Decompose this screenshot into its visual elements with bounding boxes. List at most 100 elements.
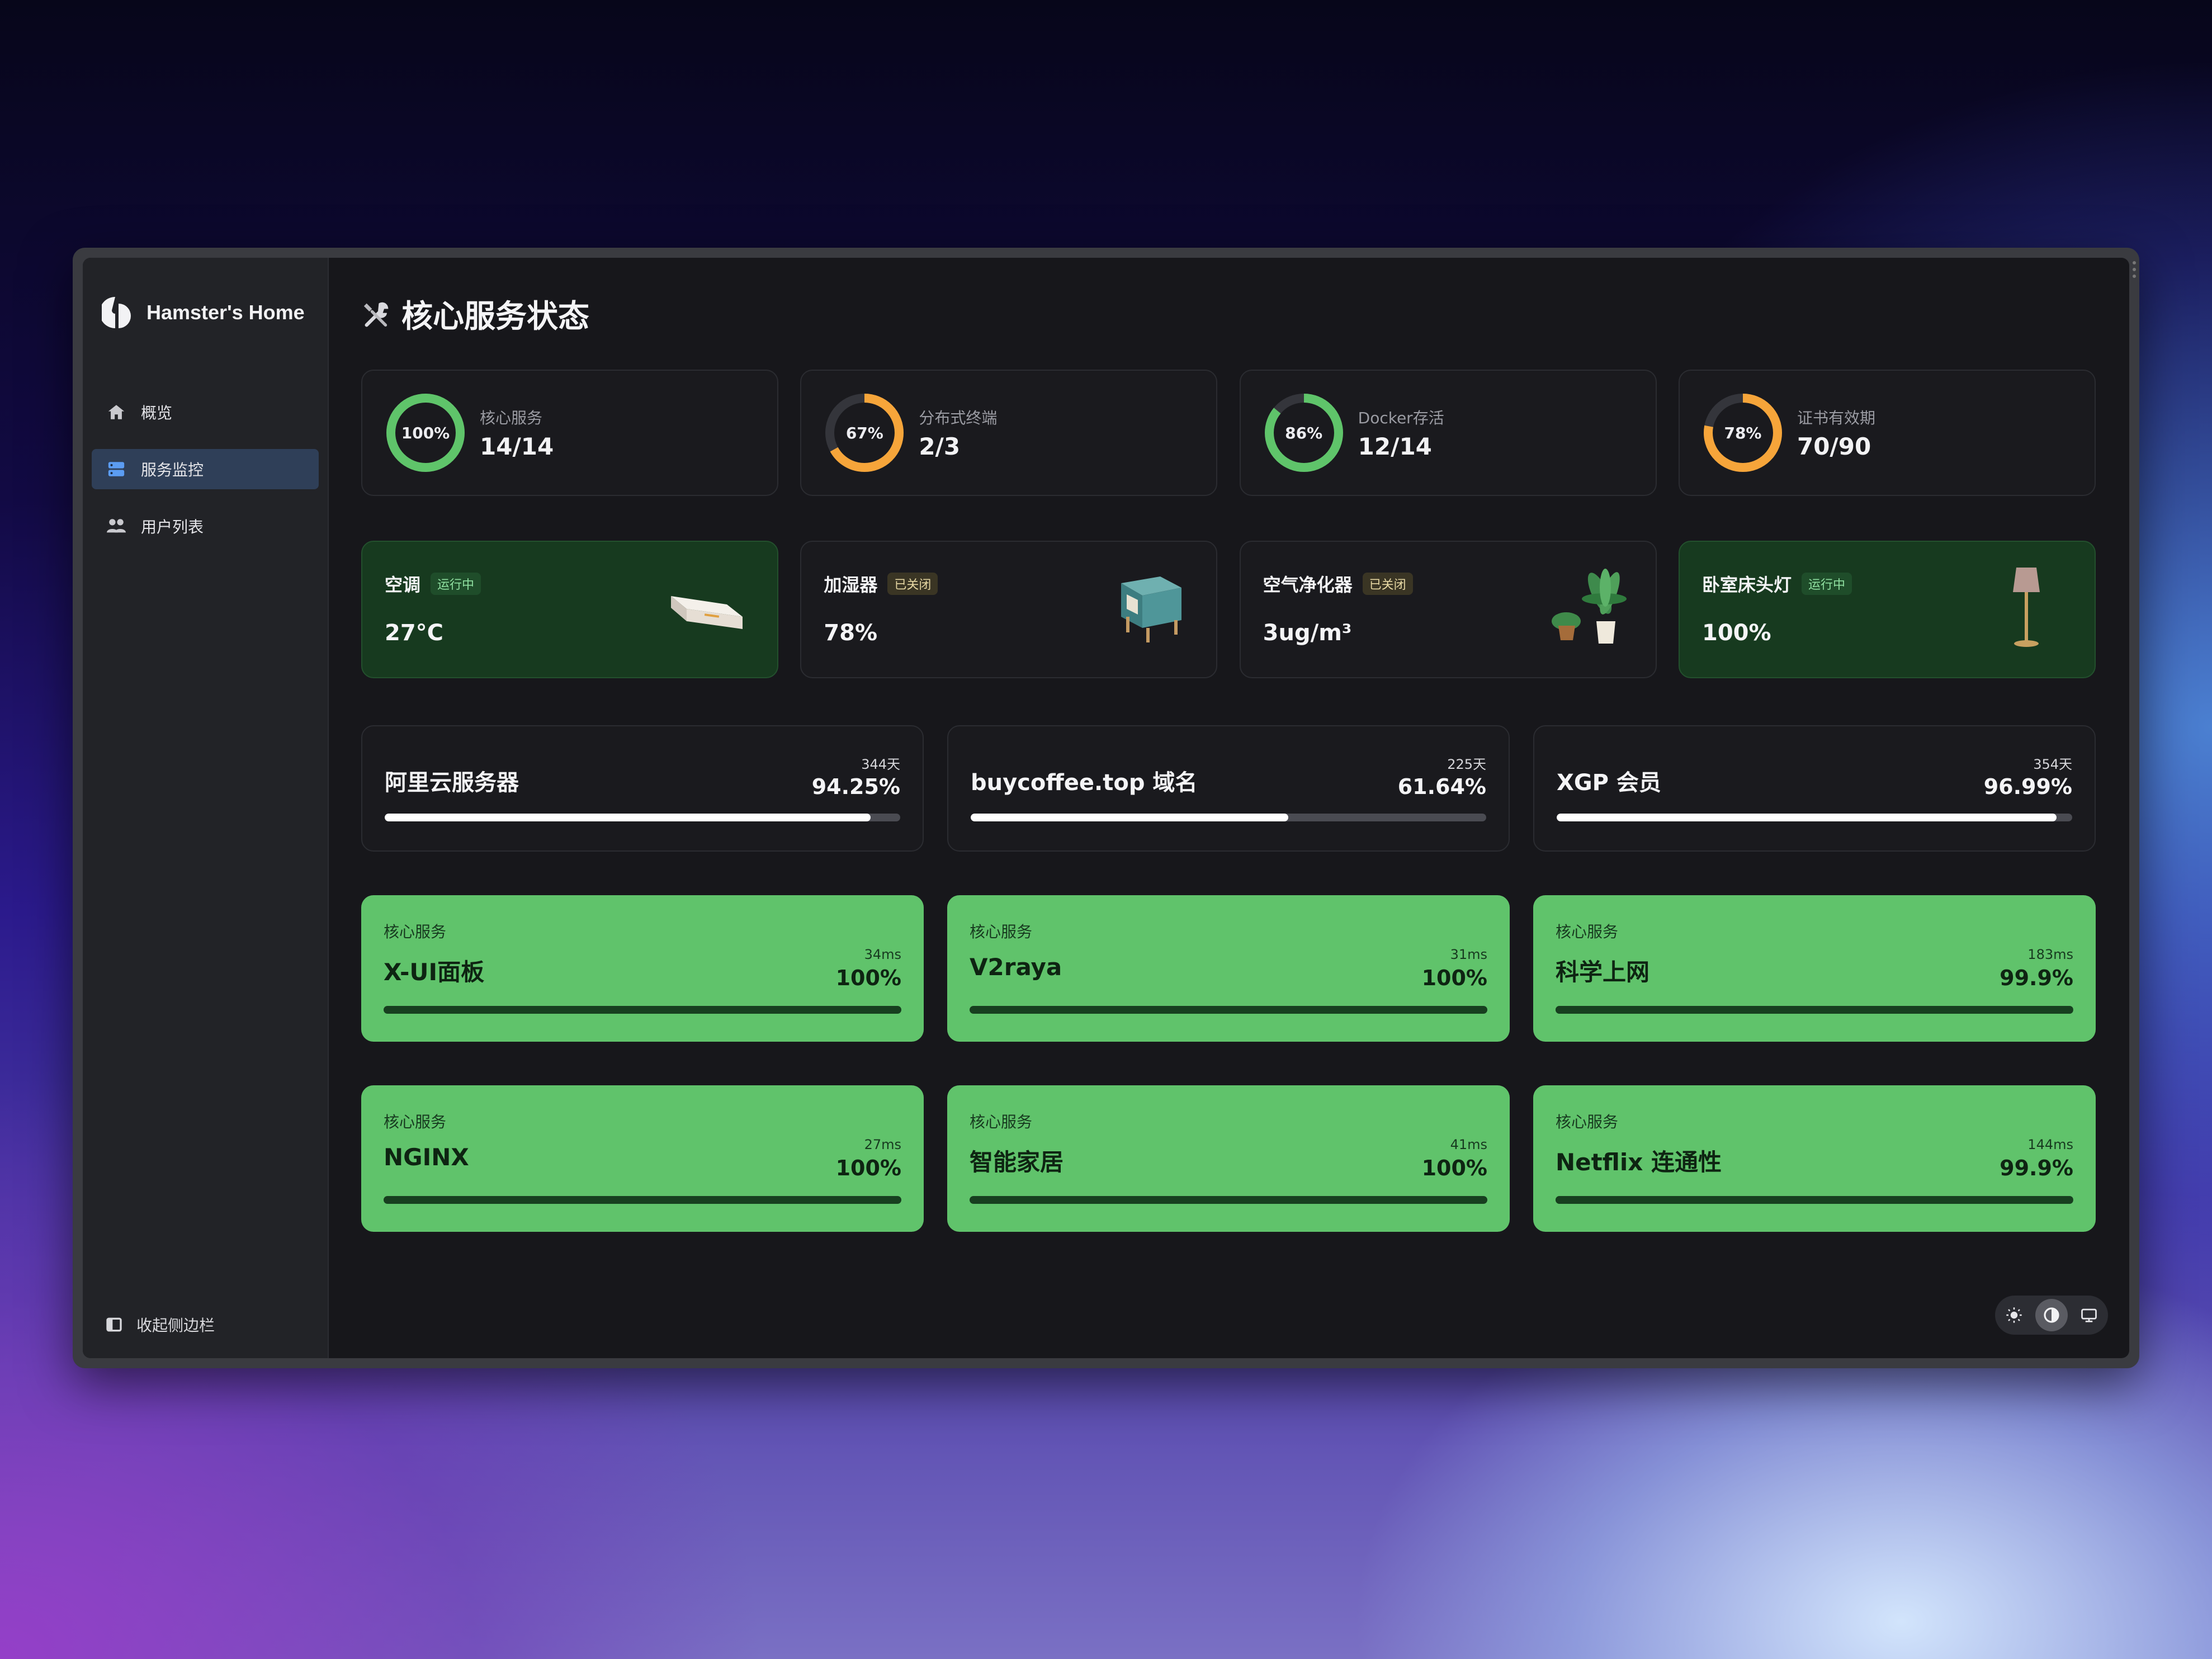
stat-card[interactable]: 78% 证书有效期 70/90 [1678, 370, 2096, 496]
theme-system-button[interactable] [2073, 1299, 2105, 1331]
theme-light-button[interactable] [1998, 1299, 2030, 1331]
monitor-icon [2081, 1308, 2097, 1322]
service-latency: 183ms [2027, 947, 2073, 962]
subscription-card[interactable]: buycoffee.top 域名 225天 61.64% [947, 725, 1510, 852]
subscription-name: 阿里云服务器 [385, 770, 519, 796]
brand[interactable]: Hamster's Home [100, 296, 305, 329]
service-category: 核心服务 [970, 923, 1033, 941]
service-latency: 41ms [1450, 1137, 1487, 1152]
service-name: 智能家居 [970, 1148, 1064, 1176]
service-uptime: 99.9% [2000, 1156, 2073, 1180]
device-card[interactable]: 加湿器 已关闭 78% [800, 541, 1218, 678]
service-card[interactable]: 核心服务 智能家居 41ms 100% [947, 1085, 1510, 1232]
sidebar-nav: 概览 服务监控 用户列表 [92, 392, 319, 563]
main-content: 核心服务状态 100% 核心服务 14/14 67% 分布式终端 2/3 86%… [328, 258, 2129, 1358]
service-category: 核心服务 [1556, 1113, 1619, 1131]
stat-card[interactable]: 100% 核心服务 14/14 [361, 370, 778, 496]
device-card[interactable]: 空气净化器 已关闭 3ug/m³ [1239, 541, 1657, 678]
service-name: Netflix 连通性 [1556, 1148, 1722, 1176]
device-card[interactable]: 卧室床头灯 运行中 100% [1678, 541, 2096, 678]
device-name: 卧室床头灯 [1701, 574, 1792, 595]
service-card[interactable]: 核心服务 V2raya 31ms 100% [947, 895, 1510, 1042]
service-card[interactable]: 核心服务 Netflix 连通性 144ms 99.9% [1533, 1085, 2096, 1232]
device-value: 3ug/m³ [1263, 620, 1352, 646]
service-category: 核心服务 [970, 1113, 1033, 1131]
app-window: Hamster's Home 概览 服务监控 用户列表 收起侧边栏 核心服务状态… [73, 248, 2139, 1368]
device-card[interactable]: 空调 运行中 27°C [361, 541, 778, 678]
service-card[interactable]: 核心服务 X-UI面板 34ms 100% [361, 895, 924, 1042]
uptime-bar [1556, 1196, 2073, 1204]
stat-value: 70/90 [1797, 432, 1871, 460]
theme-switcher [1995, 1296, 2108, 1335]
uptime-fill [384, 1196, 901, 1204]
subscription-card[interactable]: 阿里云服务器 344天 94.25% [361, 725, 924, 852]
service-name: X-UI面板 [384, 958, 485, 986]
service-latency: 34ms [864, 947, 901, 962]
stat-label: Docker存活 [1358, 408, 1444, 427]
subscription-days: 354天 [2033, 757, 2072, 772]
progress-ring: 78% [1701, 391, 1785, 475]
stat-card[interactable]: 67% 分布式终端 2/3 [800, 370, 1218, 496]
devices-row: 空调 运行中 27°C 加湿器 已关闭 78% 空气净化器 已关闭 3ug/m³… [361, 541, 2096, 678]
server-icon [105, 458, 127, 480]
service-card[interactable]: 核心服务 NGINX 27ms 100% [361, 1085, 924, 1232]
sidebar-item-service-monitor[interactable]: 服务监控 [92, 449, 319, 489]
subscription-name: buycoffee.top 域名 [971, 770, 1198, 796]
window-menu-icon[interactable] [2133, 261, 2137, 281]
services-row: 核心服务 X-UI面板 34ms 100% 核心服务 V2raya 31ms 1… [361, 895, 2096, 1042]
status-badge: 运行中 [1802, 573, 1852, 595]
ring-percent: 67% [845, 423, 883, 442]
progress-ring: 100% [384, 391, 467, 475]
uptime-bar [1556, 1006, 2073, 1014]
collapse-sidebar-label: 收起侧边栏 [136, 1316, 215, 1335]
collapse-sidebar-button[interactable]: 收起侧边栏 [105, 1313, 215, 1336]
stat-card[interactable]: 86% Docker存活 12/14 [1239, 370, 1657, 496]
subscription-days: 225天 [1447, 757, 1486, 772]
subscription-percent: 96.99% [1983, 774, 2072, 799]
progress-bar [971, 814, 1486, 821]
tools-icon [361, 298, 394, 330]
subscription-days: 344天 [861, 757, 900, 772]
service-name: 科学上网 [1556, 958, 1650, 986]
users-icon [105, 515, 127, 537]
status-badge: 已关闭 [887, 573, 938, 595]
auto-theme-icon [2044, 1307, 2059, 1323]
stat-value: 2/3 [919, 432, 961, 460]
sun-icon [2006, 1307, 2022, 1323]
stat-label: 证书有效期 [1797, 408, 1875, 427]
service-latency: 144ms [2027, 1137, 2073, 1152]
uptime-bar [384, 1006, 901, 1014]
service-name: NGINX [384, 1143, 469, 1171]
uptime-bar [384, 1196, 901, 1204]
page-title: 核心服务状态 [361, 291, 589, 337]
service-latency: 27ms [864, 1137, 901, 1152]
sidebar-item-users[interactable]: 用户列表 [92, 506, 319, 546]
service-uptime: 100% [1421, 1156, 1487, 1180]
sidebar-item-overview[interactable]: 概览 [92, 392, 319, 432]
subscription-card[interactable]: XGP 会员 354天 96.99% [1533, 725, 2096, 852]
status-badge: 已关闭 [1362, 573, 1413, 595]
device-value: 27°C [385, 620, 444, 646]
sidebar-item-label: 用户列表 [141, 518, 204, 536]
subscription-name: XGP 会员 [1557, 770, 1661, 796]
brand-name: Hamster's Home [146, 301, 305, 324]
service-latency: 31ms [1450, 947, 1487, 962]
service-category: 核心服务 [1556, 923, 1619, 941]
brand-logo-icon [100, 296, 133, 329]
progress-ring: 67% [823, 391, 906, 475]
service-card[interactable]: 核心服务 科学上网 183ms 99.9% [1533, 895, 2096, 1042]
subscriptions-row: 阿里云服务器 344天 94.25% buycoffee.top 域名 225天… [361, 725, 2096, 852]
uptime-bar [970, 1006, 1487, 1014]
uptime-fill [1556, 1196, 2073, 1204]
sidebar-item-label: 概览 [141, 404, 173, 422]
uptime-fill [970, 1196, 1487, 1204]
progress-fill [385, 814, 871, 821]
theme-auto-button[interactable] [2035, 1299, 2068, 1331]
device-value: 100% [1701, 620, 1771, 646]
uptime-bar [970, 1196, 1487, 1204]
stat-label: 分布式终端 [919, 408, 998, 427]
subscription-percent: 61.64% [1397, 774, 1486, 799]
ring-percent: 86% [1285, 423, 1323, 442]
service-uptime: 100% [835, 1156, 901, 1180]
stat-value: 14/14 [480, 432, 554, 460]
